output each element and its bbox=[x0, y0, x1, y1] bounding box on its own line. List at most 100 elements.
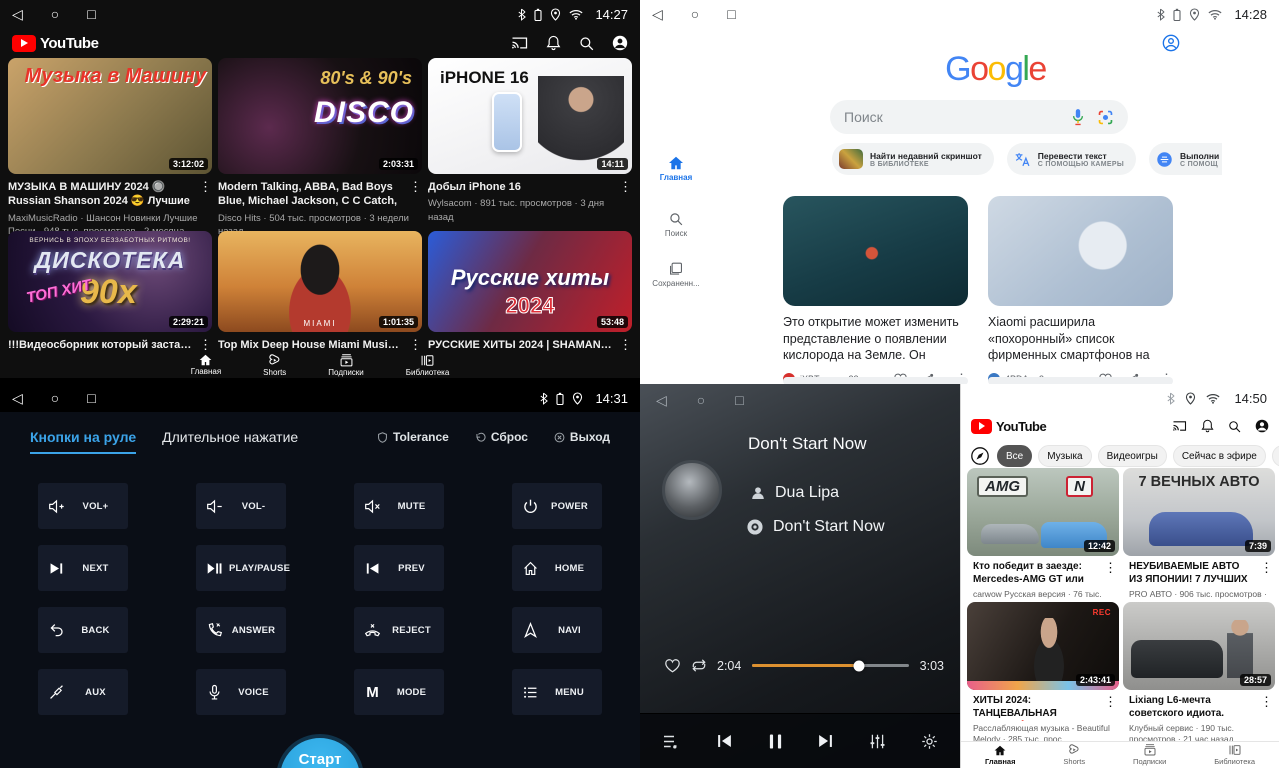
key-navi[interactable]: NAVI bbox=[512, 607, 602, 653]
article-title[interactable]: Xiaomi расширила «похоронный» список фир… bbox=[988, 314, 1173, 365]
video-thumbnail[interactable]: 28:57 bbox=[1123, 602, 1275, 690]
playlist-icon[interactable] bbox=[662, 734, 681, 749]
voice-search-mic-icon[interactable] bbox=[1071, 108, 1085, 126]
video-thumbnail[interactable]: MIAMI 1:01:35 bbox=[218, 231, 422, 332]
notifications-bell-icon[interactable] bbox=[546, 35, 561, 51]
video-title[interactable]: Top Mix Deep House Miami Music 2024 #mix bbox=[218, 338, 403, 352]
more-options-icon[interactable]: ⋮ bbox=[409, 180, 422, 209]
chip-translate-text[interactable]: Перевести текстС ПОМОЩЬЮ КАМЕРЫ bbox=[1007, 143, 1136, 175]
key-mute[interactable]: MUTE bbox=[354, 483, 444, 529]
profile-avatar[interactable] bbox=[612, 35, 628, 51]
cast-icon[interactable] bbox=[1172, 420, 1187, 432]
more-options-icon[interactable]: ⋮ bbox=[409, 338, 422, 352]
chip-assistant-action[interactable]: ВыполниС ПОМОЩ bbox=[1149, 143, 1222, 175]
chip-sketch[interactable]: Скетч-шоу bbox=[1272, 445, 1279, 467]
video-meta[interactable]: Wylsacom · 891 тыс. просмотров · 3 дня н… bbox=[428, 197, 632, 224]
key-voice[interactable]: VOICE bbox=[196, 669, 286, 715]
key-vol-minus[interactable]: VOL- bbox=[196, 483, 286, 529]
more-options-icon[interactable]: ⋮ bbox=[1104, 695, 1117, 721]
video-thumbnail[interactable]: REC 2:43:41 bbox=[967, 602, 1119, 690]
video-title[interactable]: РУССКИЕ ХИТЫ 2024 | SHAMAN, Клава Кока, bbox=[428, 338, 613, 352]
nav-subscriptions[interactable]: Подписки bbox=[1133, 744, 1166, 766]
home-nav-icon[interactable]: ○ bbox=[51, 6, 59, 22]
youtube-logo-icon[interactable] bbox=[971, 419, 992, 434]
video-thumbnail[interactable]: Русские хиты 2024 53:48 bbox=[428, 231, 632, 332]
key-prev[interactable]: PREV bbox=[354, 545, 444, 591]
rail-item-home[interactable]: Главная bbox=[640, 156, 712, 182]
key-play-pause[interactable]: PLAY/PAUSE bbox=[196, 545, 286, 591]
previous-track-icon[interactable] bbox=[716, 733, 733, 749]
exit-action[interactable]: Выход bbox=[554, 430, 610, 444]
discover-card[interactable]: Xiaomi расширила «похоронный» список фир… bbox=[988, 196, 1173, 384]
notifications-bell-icon[interactable] bbox=[1201, 419, 1214, 433]
favorite-heart-icon[interactable] bbox=[664, 658, 681, 673]
video-thumbnail[interactable]: 7 ВЕЧНЫХ АВТО 7:39 bbox=[1123, 468, 1275, 556]
back-nav-icon[interactable]: ◁ bbox=[12, 390, 23, 407]
nav-shorts[interactable]: Shorts bbox=[1063, 744, 1085, 766]
key-next[interactable]: NEXT bbox=[38, 545, 128, 591]
video-title[interactable]: !!!Видеосборник который заставит тебя пе… bbox=[8, 338, 193, 352]
repeat-icon[interactable] bbox=[690, 658, 708, 673]
more-options-icon[interactable]: ⋮ bbox=[1104, 561, 1117, 587]
rail-item-search[interactable]: Поиск bbox=[640, 212, 712, 238]
youtube-logo-icon[interactable] bbox=[12, 35, 36, 52]
back-nav-icon[interactable]: ◁ bbox=[12, 6, 23, 23]
search-bar[interactable]: Поиск bbox=[830, 100, 1128, 134]
home-nav-icon[interactable]: ○ bbox=[691, 6, 699, 22]
key-back[interactable]: BACK bbox=[38, 607, 128, 653]
rail-item-saved[interactable]: Сохраненн... bbox=[640, 262, 712, 288]
cast-icon[interactable] bbox=[511, 36, 528, 50]
equalizer-icon[interactable] bbox=[869, 733, 886, 750]
nav-home[interactable]: Главная bbox=[985, 745, 1016, 766]
tolerance-action[interactable]: Tolerance bbox=[377, 430, 449, 444]
chip-all[interactable]: Все bbox=[997, 445, 1032, 467]
video-thumbnail[interactable]: ВЕРНИСЬ В ЭПОХУ БЕЗЗАБОТНЫХ РИТМОВ! ДИСК… bbox=[8, 231, 212, 332]
chip-music[interactable]: Музыка bbox=[1038, 445, 1091, 467]
google-lens-icon[interactable] bbox=[1097, 109, 1114, 126]
tab-long-press[interactable]: Длительное нажатие bbox=[162, 429, 298, 454]
video-title[interactable]: ХИТЫ 2024: ТАНЦЕВАЛЬНАЯ МУЗЫКА🔥 СБОРНИК … bbox=[973, 695, 1098, 721]
video-thumbnail[interactable]: iPHONE 16 14:11 bbox=[428, 58, 632, 174]
video-title[interactable]: Кто победит в заезде: Mercedes-AMG GT ил… bbox=[973, 561, 1098, 587]
search-icon[interactable] bbox=[579, 36, 594, 51]
nav-library[interactable]: Библиотека bbox=[406, 354, 450, 377]
profile-avatar[interactable] bbox=[1255, 419, 1269, 433]
chip-gaming[interactable]: Видеоигры bbox=[1098, 445, 1167, 467]
video-thumbnail[interactable]: AMG N 12:42 bbox=[967, 468, 1119, 556]
recents-nav-icon[interactable]: □ bbox=[87, 390, 95, 406]
tab-wheel-buttons[interactable]: Кнопки на руле bbox=[30, 429, 136, 454]
search-icon[interactable] bbox=[1228, 420, 1241, 433]
youtube-wordmark[interactable]: YouTube bbox=[996, 419, 1046, 434]
key-menu[interactable]: MENU bbox=[512, 669, 602, 715]
key-vol-plus[interactable]: VOL+ bbox=[38, 483, 128, 529]
key-aux[interactable]: AUX bbox=[38, 669, 128, 715]
album-art[interactable] bbox=[662, 460, 722, 520]
video-thumbnail[interactable]: Музыка в Машину 3:12:02 bbox=[8, 58, 212, 174]
chip-find-screenshot[interactable]: Найти недавний скриншотВ БИБЛИОТЕКЕ bbox=[832, 143, 994, 175]
more-options-icon[interactable]: ⋮ bbox=[619, 180, 632, 194]
video-thumbnail[interactable]: 80's & 90's DISCO 2:03:31 bbox=[218, 58, 422, 174]
more-options-icon[interactable]: ⋮ bbox=[1260, 695, 1273, 721]
back-nav-icon[interactable]: ◁ bbox=[652, 6, 663, 23]
nav-home[interactable]: Главная bbox=[191, 354, 221, 376]
recents-nav-icon[interactable]: □ bbox=[87, 6, 95, 22]
explore-compass-icon[interactable] bbox=[969, 445, 991, 467]
settings-gear-icon[interactable] bbox=[921, 733, 938, 750]
reset-action[interactable]: Сброс bbox=[475, 430, 528, 444]
video-title[interactable]: Lixiang L6-мечта советского идиота. bbox=[1129, 695, 1254, 721]
video-title[interactable]: Modern Talking, ABBA, Bad Boys Blue, Mic… bbox=[218, 180, 403, 209]
home-nav-icon[interactable]: ○ bbox=[697, 392, 705, 409]
more-options-icon[interactable]: ⋮ bbox=[199, 338, 212, 352]
key-home[interactable]: HOME bbox=[512, 545, 602, 591]
discover-card[interactable]: Это открытие может изменить представлени… bbox=[783, 196, 968, 384]
recents-nav-icon[interactable]: □ bbox=[735, 392, 743, 409]
key-mode[interactable]: MMODE bbox=[354, 669, 444, 715]
key-reject[interactable]: REJECT bbox=[354, 607, 444, 653]
more-options-icon[interactable]: ⋮ bbox=[199, 180, 212, 209]
more-options-icon[interactable]: ⋮ bbox=[1260, 561, 1273, 587]
back-nav-icon[interactable]: ◁ bbox=[656, 392, 667, 409]
seek-bar[interactable] bbox=[752, 664, 908, 667]
next-track-icon[interactable] bbox=[817, 733, 834, 749]
seek-knob[interactable] bbox=[853, 660, 864, 671]
recents-nav-icon[interactable]: □ bbox=[727, 6, 735, 22]
